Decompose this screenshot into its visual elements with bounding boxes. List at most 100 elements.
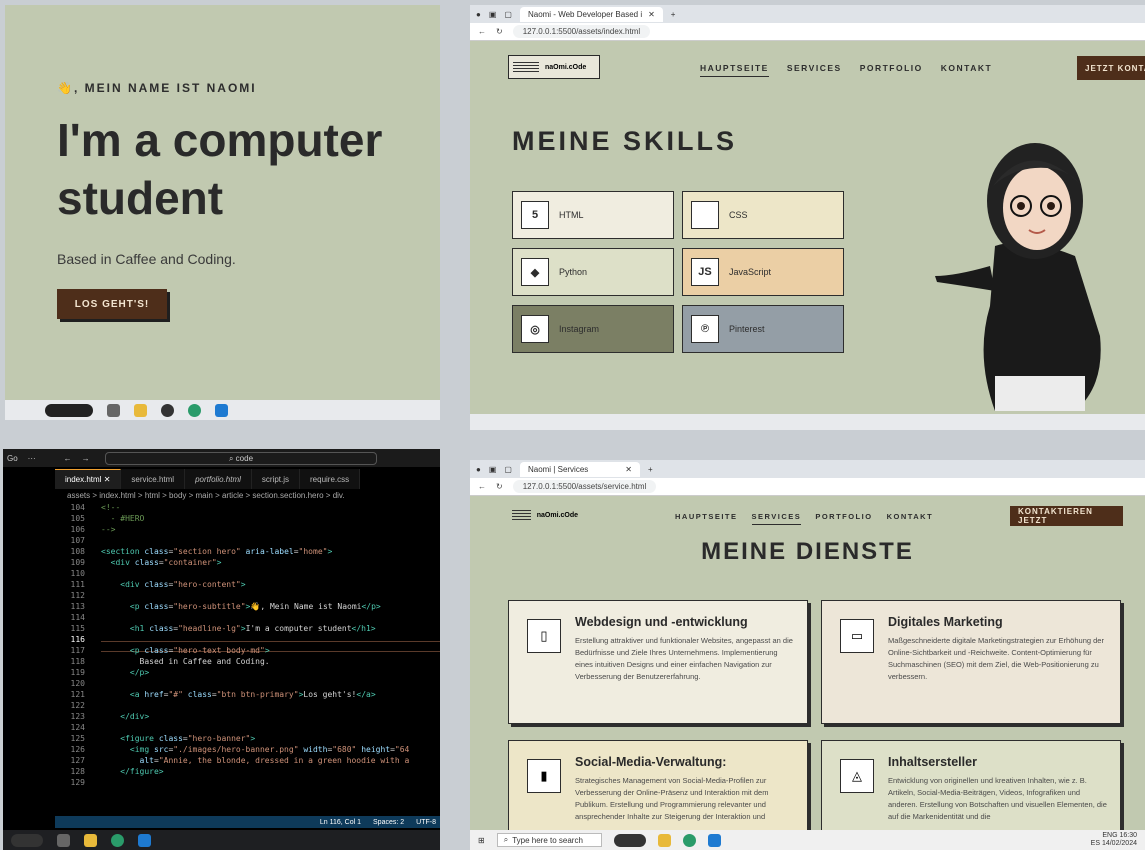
line-number: 108	[70, 547, 85, 556]
service-card[interactable]: ◬ Inhaltsersteller Entwicklung von origine…	[821, 740, 1121, 840]
vscode-icon[interactable]	[138, 833, 151, 847]
tab-portfolio-html[interactable]: portfolio.html	[185, 469, 252, 489]
los-gehts-button[interactable]: LOS GEHT'S!	[57, 289, 167, 319]
breadcrumb[interactable]: assets > index.html > html > body > main…	[67, 491, 345, 500]
line-number: 125	[70, 734, 85, 743]
workspaces-icon[interactable]: ▣	[489, 465, 497, 474]
edge-icon[interactable]	[682, 833, 696, 847]
folder-icon[interactable]	[657, 833, 671, 847]
skill-python[interactable]: ◆ Python	[512, 248, 674, 296]
menu-more[interactable]: ···	[28, 454, 36, 463]
profile-icon[interactable]: ●	[476, 465, 481, 474]
pinterest-icon: ℗	[691, 315, 719, 343]
close-icon[interactable]: ✕	[648, 10, 655, 19]
tab-bar: ● ▣ ▢ Naomi | Services ✕ +	[470, 460, 1145, 478]
main-nav: HAUPTSEITE SERVICES PORTFOLIO KONTAKT	[700, 63, 992, 77]
code-area[interactable]: 104 105 106 107 108 109 110 111 112 113 114 115 116 1…	[55, 503, 440, 816]
indentation[interactable]: Spaces: 2	[373, 819, 404, 826]
line-number: 120	[70, 679, 85, 688]
back-icon[interactable]: ←	[64, 454, 72, 463]
hero-headline: I'm a computer student	[57, 114, 383, 224]
tab-service-html[interactable]: service.html	[121, 469, 186, 489]
tab-title: Naomi | Services	[527, 464, 589, 474]
folder-icon[interactable]	[84, 833, 97, 847]
browser-tab[interactable]: Naomi | Services ✕	[519, 461, 640, 477]
status-bar: Ln 116, Col 1 Spaces: 2 UTF-8	[55, 816, 440, 828]
skill-pinterest[interactable]: ℗ Pinterest	[682, 305, 844, 353]
main-nav: HAUPTSEITE SERVICES PORTFOLIO KONTAKT	[675, 512, 933, 525]
menu-go[interactable]: Go	[7, 454, 18, 463]
task-view-icon[interactable]	[57, 833, 70, 847]
profile-icon[interactable]: ●	[476, 10, 481, 19]
app-icon[interactable]	[161, 403, 174, 417]
nav-services[interactable]: SERVICES	[787, 63, 842, 77]
line-number: 121	[70, 690, 85, 699]
vscode-icon[interactable]	[707, 833, 721, 847]
nav-services[interactable]: SERVICES	[751, 512, 802, 525]
reload-icon[interactable]: ↻	[496, 27, 503, 36]
search-icon: ⌕	[228, 453, 236, 463]
avatar-illustration	[935, 143, 1101, 411]
new-tab-icon[interactable]: +	[648, 465, 653, 474]
tab-bar: ● ▣ ▢ Naomi - Web Developer Based i ✕ +	[470, 5, 1145, 23]
service-title: Inhaltsersteller	[888, 755, 977, 769]
site-logo[interactable]: naOmi.cOde	[508, 506, 578, 524]
cursor-position[interactable]: Ln 116, Col 1	[320, 819, 361, 826]
jetzt-kontakt-button[interactable]: JETZT KONTAKTIEREN	[1077, 56, 1145, 80]
copilot-icon[interactable]	[613, 833, 646, 847]
close-icon[interactable]: ✕	[625, 465, 632, 474]
url-field[interactable]: 127.0.0.1:5500/assets/service.html	[512, 480, 657, 493]
nav-kontakt[interactable]: KONTAKT	[887, 512, 934, 525]
tab-script-js[interactable]: script.js	[251, 469, 301, 489]
service-card[interactable]: ▮ Social-Media-Verwaltung: Strategisches M…	[508, 740, 808, 840]
windows-start-icon[interactable]: ⊞	[478, 836, 485, 845]
tab-actions-icon[interactable]: ▢	[504, 10, 512, 19]
system-tray[interactable]: ENG 16:30 ES 14/02/2024	[1091, 832, 1137, 848]
kontaktieren-button[interactable]: KONTAKTIEREN JETZT	[1010, 506, 1123, 526]
skill-instagram[interactable]: ◎ Instagram	[512, 305, 674, 353]
nav-portfolio[interactable]: PORTFOLIO	[860, 63, 923, 77]
skill-label: Python	[559, 267, 588, 277]
encoding[interactable]: UTF-8	[416, 819, 436, 826]
service-card[interactable]: ▯ Webdesign und -entwicklung Erstellung at…	[508, 600, 808, 724]
folder-icon[interactable]	[134, 403, 147, 417]
skill-css[interactable]: CSS	[682, 191, 844, 239]
reload-icon[interactable]: ↻	[496, 482, 503, 491]
taskbar-search[interactable]: ⌕ Type here to search	[496, 833, 602, 847]
tab-actions-icon[interactable]: ▢	[504, 465, 512, 474]
forward-icon[interactable]: →	[82, 454, 90, 463]
edge-icon[interactable]	[188, 403, 201, 417]
nav-portfolio[interactable]: PORTFOLIO	[815, 512, 872, 525]
skill-javascript[interactable]: JS JavaScript	[682, 248, 844, 296]
service-icon: ▭	[840, 619, 874, 653]
tab-index-html[interactable]: index.html ✕	[55, 469, 122, 489]
javascript-icon: JS	[691, 258, 719, 286]
service-card[interactable]: ▭ Digitales Marketing Maßgeschneiderte dig…	[821, 600, 1121, 724]
new-tab-icon[interactable]: +	[671, 10, 676, 19]
back-icon[interactable]: ←	[478, 482, 486, 491]
vscode-icon[interactable]	[215, 403, 228, 417]
service-title: Webdesign und -entwicklung	[575, 615, 748, 629]
skill-label: JavaScript	[729, 267, 772, 277]
tab-require-css[interactable]: require.css	[300, 469, 361, 489]
line-number: 124	[70, 723, 85, 732]
nav-hauptseite[interactable]: HAUPTSEITE	[700, 63, 769, 77]
service-title: Digitales Marketing	[888, 615, 1003, 629]
browser-tab[interactable]: Naomi - Web Developer Based i ✕	[519, 6, 663, 22]
task-view-icon[interactable]	[107, 403, 120, 417]
site-logo[interactable]: naOmi.cOde	[508, 55, 600, 79]
url-field[interactable]: 127.0.0.1:5500/assets/index.html	[512, 25, 651, 38]
page-content: naOmi.cOde HAUPTSEITE SERVICES PORTFOLIO…	[470, 496, 1145, 840]
nav-kontakt[interactable]: KONTAKT	[941, 63, 992, 77]
edge-icon[interactable]	[111, 833, 124, 847]
nav-hauptseite[interactable]: HAUPTSEITE	[675, 512, 738, 525]
skill-html[interactable]: 5 HTML	[512, 191, 674, 239]
copilot-icon[interactable]	[11, 833, 43, 847]
service-text: Maßgeschneiderte digitale Marketingstrat…	[888, 636, 1104, 681]
workspaces-icon[interactable]: ▣	[489, 10, 497, 19]
copilot-icon[interactable]	[45, 403, 93, 417]
line-number: 128	[70, 767, 85, 776]
back-icon[interactable]: ←	[478, 27, 486, 36]
line-number: 118	[70, 657, 85, 666]
command-search[interactable]: ⌕ code	[105, 452, 377, 465]
